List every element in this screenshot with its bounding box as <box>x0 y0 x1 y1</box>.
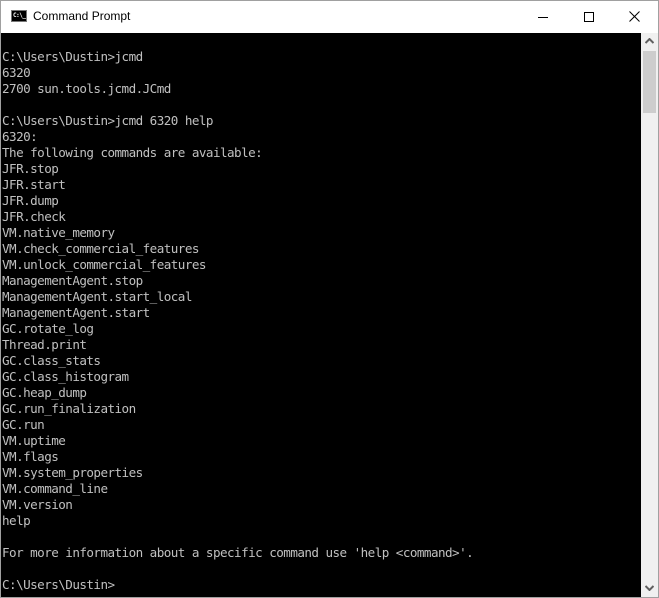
minimize-button[interactable] <box>520 1 566 33</box>
console-line: GC.run <box>2 417 45 432</box>
console-line: JFR.start <box>2 177 66 192</box>
console-line: VM.unlock_commercial_features <box>2 257 206 272</box>
cmd-icon-glyph: C:\_ <box>13 12 26 19</box>
console-line: ManagementAgent.start <box>2 305 150 320</box>
console-line: ManagementAgent.stop <box>2 273 143 288</box>
chevron-up-icon <box>645 38 654 44</box>
console-line: VM.command_line <box>2 481 108 496</box>
console-line: 6320 <box>2 65 31 80</box>
chevron-down-icon <box>645 585 654 591</box>
console-text: C:\Users\Dustin>jcmd 6320 2700 sun.tools… <box>2 49 474 593</box>
console-line: 2700 sun.tools.jcmd.JCmd <box>2 81 171 96</box>
console-line: GC.rotate_log <box>2 321 94 336</box>
console-line: GC.class_stats <box>2 353 101 368</box>
maximize-button[interactable] <box>566 1 612 33</box>
console-output[interactable]: C:\Users\Dustin>jcmd 6320 2700 sun.tools… <box>1 33 641 597</box>
console-line: The following commands are available: <box>2 145 263 160</box>
maximize-icon <box>584 12 594 22</box>
console-line: C:\Users\Dustin>jcmd <box>2 49 143 64</box>
console-line: VM.flags <box>2 449 59 464</box>
console-line: C:\Users\Dustin>jcmd 6320 help <box>2 113 214 128</box>
console-line: 6320: <box>2 129 38 144</box>
cmd-icon[interactable]: C:\_ <box>11 10 27 22</box>
console-line: VM.uptime <box>2 433 66 448</box>
console-line: C:\Users\Dustin> <box>2 577 115 592</box>
minimize-icon <box>538 17 548 18</box>
console-line: GC.class_histogram <box>2 369 129 384</box>
console-line: VM.system_properties <box>2 465 143 480</box>
console-line: For more information about a specific co… <box>2 545 474 560</box>
close-icon <box>629 11 640 22</box>
console-line: GC.run_finalization <box>2 401 136 416</box>
console-line: help <box>2 513 31 528</box>
command-prompt-window: C:\_ Command Prompt C:\Users\Dustin>jcmd… <box>0 0 659 598</box>
console-line: VM.check_commercial_features <box>2 241 199 256</box>
console-line: Thread.print <box>2 337 87 352</box>
close-button[interactable] <box>612 1 658 33</box>
scroll-down-button[interactable] <box>641 580 658 597</box>
console-line: VM.native_memory <box>2 225 115 240</box>
scrollbar-thumb[interactable] <box>643 51 656 113</box>
window-title: Command Prompt <box>33 9 131 23</box>
console-line: JFR.dump <box>2 193 59 208</box>
title-bar[interactable]: C:\_ Command Prompt <box>1 1 658 33</box>
vertical-scrollbar[interactable] <box>641 33 658 597</box>
scroll-up-button[interactable] <box>641 33 658 50</box>
console-line: VM.version <box>2 497 73 512</box>
console-line: ManagementAgent.start_local <box>2 289 192 304</box>
console-line: GC.heap_dump <box>2 385 87 400</box>
console-line: JFR.check <box>2 209 66 224</box>
console-line: JFR.stop <box>2 161 59 176</box>
